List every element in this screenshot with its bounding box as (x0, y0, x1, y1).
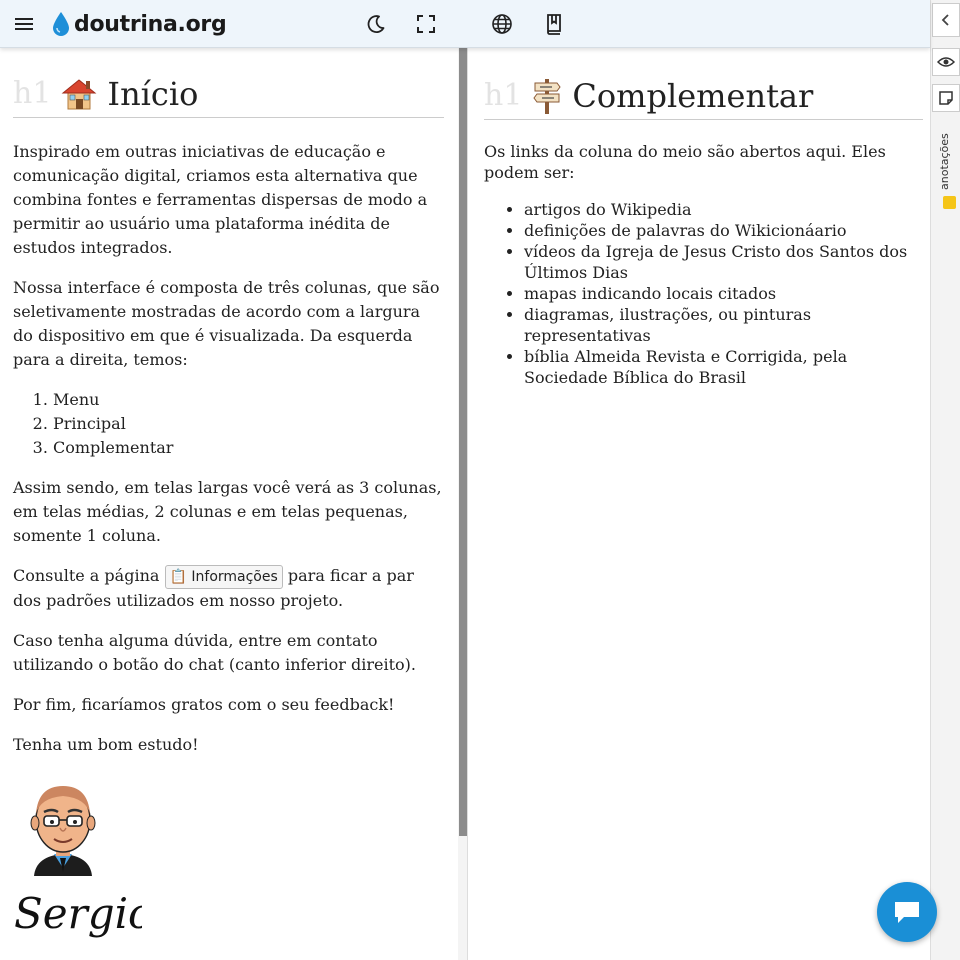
columns-list: Menu Principal Complementar (53, 388, 445, 460)
feedback-paragraph: Por fim, ficaríamos gratos com o seu fee… (13, 695, 395, 714)
consult-text-before: Consulte a página (13, 566, 160, 585)
dark-mode-icon[interactable] (360, 8, 392, 40)
main-column: h1 Início Inspirado em outras iniciativa… (0, 48, 458, 960)
layout-paragraph: Assim sendo, em telas largas você verá a… (13, 478, 442, 545)
list-item: artigos do Wikipedia (524, 199, 924, 220)
signature: Sergio (14, 889, 142, 938)
annotation-color-chip[interactable] (943, 196, 956, 209)
book-icon[interactable] (538, 8, 570, 40)
link-types-list: artigos do Wikipedia definições de palav… (524, 199, 924, 388)
clipboard-icon: 📋 (169, 569, 187, 585)
list-item: definições de palavras do Wikicionáario (524, 220, 924, 241)
contact-paragraph: Caso tenha alguma dúvida, entre em conta… (13, 631, 417, 674)
informacoes-button[interactable]: 📋 Informações (164, 565, 283, 589)
complementary-title: h1 Complementar (484, 72, 923, 120)
menu-icon[interactable] (8, 8, 40, 40)
eye-icon[interactable] (932, 48, 960, 76)
chat-icon (895, 902, 919, 923)
globe-icon[interactable] (486, 8, 518, 40)
list-item: diagramas, ilustrações, ou pinturas repr… (524, 304, 924, 346)
list-item: Complementar (53, 436, 445, 460)
complementary-content: Os links da coluna do meio são abertos a… (484, 141, 924, 388)
column-scrollbar[interactable] (458, 48, 468, 960)
collapse-chevron-icon[interactable] (932, 3, 960, 37)
complementary-title-text: Complementar (572, 76, 814, 115)
informacoes-label: Informações (191, 569, 278, 585)
scrollbar-thumb[interactable] (459, 48, 467, 836)
drop-icon (53, 12, 69, 36)
brand-name: doutrina.org (74, 11, 227, 37)
complementary-column: h1 Complementar Os links da coluna do me… (469, 48, 930, 960)
list-item: vídeos da Igreja de Jesus Cristo dos San… (524, 241, 924, 283)
heading-tag: h1 (484, 78, 523, 113)
signpost-icon (532, 77, 562, 115)
page-title: h1 Início (13, 70, 444, 118)
signature-text: Sergio (14, 889, 142, 938)
list-item: bíblia Almeida Revista e Corrigida, pela… (524, 346, 924, 388)
list-item: Principal (53, 412, 445, 436)
main-content: Inspirado em outras iniciativas de educa… (13, 140, 445, 773)
farewell-paragraph: Tenha um bom estudo! (13, 735, 199, 754)
list-item: mapas indicando locais citados (524, 283, 924, 304)
house-icon (61, 77, 97, 111)
avatar (30, 786, 96, 876)
interface-paragraph: Nossa interface é composta de três colun… (13, 278, 440, 369)
brand-logo[interactable]: doutrina.org (52, 7, 227, 41)
complementary-intro: Os links da coluna do meio são abertos a… (484, 142, 886, 182)
annotations-rail: anotações (930, 0, 960, 960)
note-icon[interactable] (932, 84, 960, 112)
top-bar: doutrina.org (0, 0, 930, 48)
fullscreen-icon[interactable] (410, 8, 442, 40)
annotations-label[interactable]: anotações (938, 133, 951, 190)
intro-paragraph: Inspirado em outras iniciativas de educa… (13, 142, 428, 257)
list-item: Menu (53, 388, 445, 412)
consult-paragraph: Consulte a página 📋 Informações para fic… (13, 564, 445, 613)
heading-tag: h1 (13, 76, 52, 111)
chat-button[interactable] (877, 882, 937, 942)
page-title-text: Início (107, 74, 199, 113)
